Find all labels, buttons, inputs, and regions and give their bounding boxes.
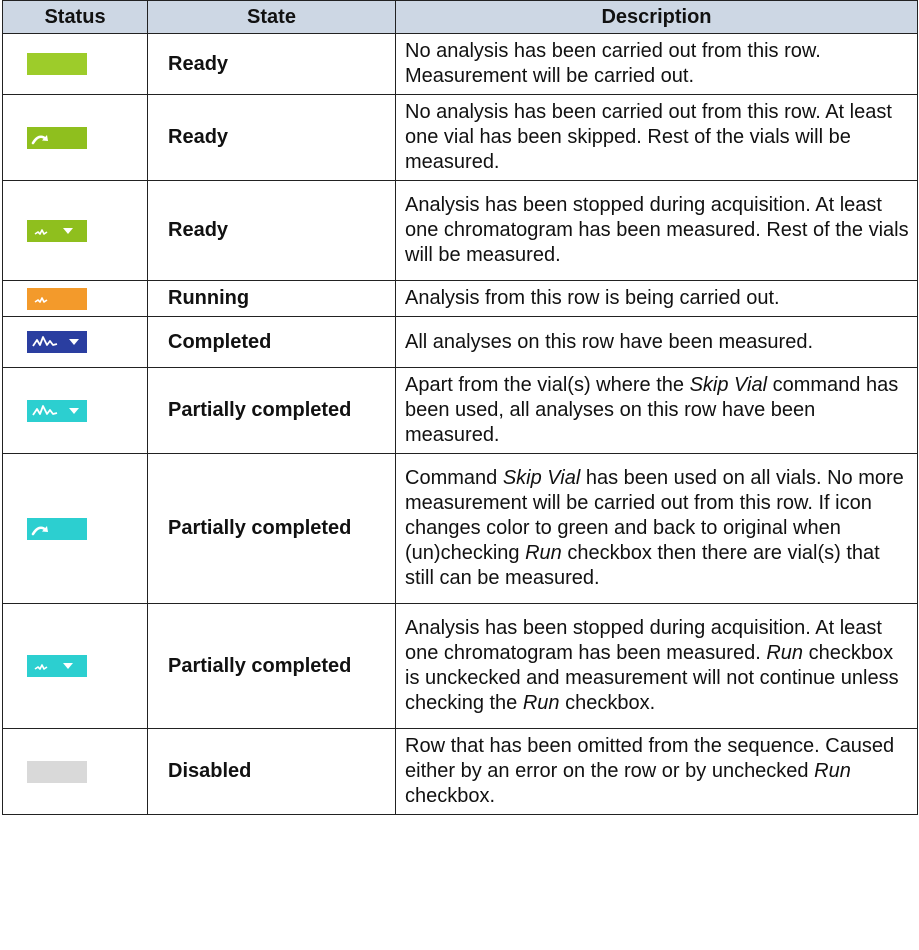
state-cell: Ready xyxy=(147,33,396,95)
status-swatch xyxy=(27,655,87,677)
table-row: Running Analysis from this row is being c… xyxy=(2,280,918,317)
description-cell: Row that has been omitted from the seque… xyxy=(395,728,918,815)
status-swatch xyxy=(27,287,87,310)
command-name: Run xyxy=(814,760,851,782)
status-cell xyxy=(2,316,148,368)
status-swatch xyxy=(27,126,87,149)
command-name: Skip Vial xyxy=(502,467,581,489)
state-cell: Disabled xyxy=(147,728,396,815)
status-cell xyxy=(2,33,148,95)
status-cell xyxy=(2,603,148,729)
chromatogram-small-dropdown-icon xyxy=(34,227,73,235)
header-row: Status State Description xyxy=(2,0,918,34)
chromatogram-small-icon xyxy=(34,296,48,303)
description-text: Apart from the vial(s) where the xyxy=(405,374,690,396)
description-text: checkbox. xyxy=(559,692,656,714)
skip-arrow-icon xyxy=(31,134,48,144)
status-cell xyxy=(2,280,148,317)
command-name: Skip Vial xyxy=(689,374,768,396)
state-header: State xyxy=(147,0,396,34)
chromatogram-dropdown-icon xyxy=(32,404,79,415)
status-cell xyxy=(2,453,148,604)
state-cell: Running xyxy=(147,280,396,317)
description-text: Analysis from this row is being carried … xyxy=(405,287,780,309)
status-cell xyxy=(2,180,148,281)
description-cell: Analysis from this row is being carried … xyxy=(395,280,918,317)
state-cell: Partially completed xyxy=(147,367,396,454)
table-row: Ready Analysis has been stopped during ac… xyxy=(2,180,918,281)
description-cell: Command Skip Vial has been used on all v… xyxy=(395,453,918,604)
description-text: No analysis has been carried out from th… xyxy=(405,101,892,173)
state-cell: Completed xyxy=(147,316,396,368)
chromatogram-small-dropdown-icon xyxy=(34,663,73,670)
description-cell: Apart from the vial(s) where the Skip Vi… xyxy=(395,367,918,454)
skip-arrow-icon xyxy=(31,525,48,535)
table-row: Ready No analysis has been carried out fr… xyxy=(2,33,918,95)
command-name: Run xyxy=(525,542,562,564)
description-cell: Analysis has been stopped during acquisi… xyxy=(395,603,918,729)
state-cell: Partially completed xyxy=(147,603,396,729)
status-cell xyxy=(2,94,148,181)
description-text: All analyses on this row have been measu… xyxy=(405,330,814,353)
table-row: Partially completed Analysis has been sto… xyxy=(2,603,918,729)
state-cell: Partially completed xyxy=(147,453,396,604)
table-row: Partially completed Command Skip Vial has… xyxy=(2,453,918,604)
table-row: Partially completed Apart from the vial(s… xyxy=(2,367,918,454)
description-header: Description xyxy=(395,0,918,34)
status-swatch xyxy=(27,219,87,242)
status-swatch xyxy=(27,331,87,353)
status-swatch xyxy=(27,517,87,540)
status-header: Status xyxy=(2,0,148,34)
command-name: Run xyxy=(766,642,804,664)
table-row: Disabled Row that has been omitted from t… xyxy=(2,728,918,815)
chromatogram-dropdown-icon xyxy=(32,336,79,347)
table-row: Completed All analyses on this row have b… xyxy=(2,316,918,368)
state-cell: Ready xyxy=(147,94,396,181)
description-cell: No analysis has been carried out from th… xyxy=(395,33,918,95)
command-name: Run xyxy=(522,692,560,714)
status-swatch xyxy=(27,760,87,783)
status-cell xyxy=(2,728,148,815)
status-cell xyxy=(2,367,148,454)
description-text: Analysis has been stopped during acquisi… xyxy=(405,194,909,266)
status-legend-table: Status State Description Ready No analysi… xyxy=(2,0,918,815)
state-cell: Ready xyxy=(147,180,396,281)
status-swatch xyxy=(27,399,87,422)
description-cell: No analysis has been carried out from th… xyxy=(395,94,918,181)
description-text: Command xyxy=(405,467,503,489)
description-text: No analysis has been carried out from th… xyxy=(405,40,821,87)
table-row: Ready No analysis has been carried out fr… xyxy=(2,94,918,181)
description-cell: All analyses on this row have been measu… xyxy=(395,316,918,368)
description-text: checkbox. xyxy=(405,785,496,807)
description-cell: Analysis has been stopped during acquisi… xyxy=(395,180,918,281)
status-swatch xyxy=(27,53,87,75)
